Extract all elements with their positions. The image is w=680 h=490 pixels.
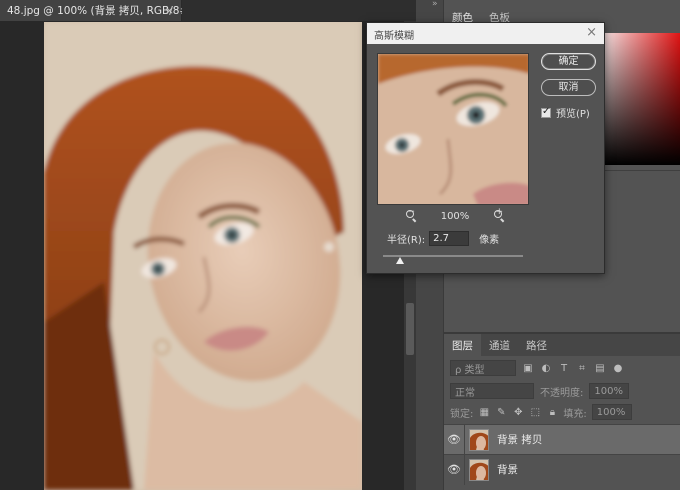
- lock-artboard-icon[interactable]: ⬚: [529, 406, 541, 418]
- portrait-image: [44, 22, 362, 490]
- opacity-value: 100%: [594, 385, 623, 397]
- layer-filter-select[interactable]: ρ 类型: [450, 360, 516, 376]
- radius-input[interactable]: [429, 231, 470, 246]
- filter-type-icon[interactable]: T: [558, 362, 570, 374]
- filter-pixel-icon[interactable]: ▣: [522, 362, 534, 374]
- radius-row: 半径(R): 像素: [387, 231, 499, 246]
- radius-label: 半径(R):: [387, 235, 426, 246]
- lock-label: 锁定:: [450, 408, 474, 420]
- radius-slider-track[interactable]: [383, 255, 523, 257]
- layer-filter-row: ρ 类型 ▣ ◐ T ⌗ ▤ ●: [444, 356, 680, 380]
- lock-row: 锁定: ▦ ✎ ✥ ⬚ 🔒︎ 填充: 100%: [444, 402, 680, 422]
- radius-unit: 像素: [479, 235, 500, 246]
- preview-image: [378, 54, 528, 204]
- lock-transparent-icon[interactable]: ▦: [478, 406, 490, 418]
- layer-name: 背景 拷贝: [497, 434, 543, 446]
- zoom-in-icon[interactable]: +: [493, 207, 505, 223]
- eye-icon[interactable]: 👁︎: [444, 463, 464, 476]
- layers-panel-tabs: 图层 通道 路径: [444, 334, 680, 356]
- preview-checkbox-row[interactable]: 预览(P): [541, 105, 590, 120]
- tab-paths[interactable]: 路径: [518, 334, 555, 356]
- close-icon[interactable]: ×: [165, 4, 174, 17]
- lock-position-icon[interactable]: ✥: [512, 406, 524, 418]
- eye-icon[interactable]: 👁︎: [444, 433, 464, 446]
- layer-name: 背景: [497, 464, 518, 476]
- blur-preview[interactable]: [377, 53, 529, 205]
- zoom-out-icon[interactable]: −: [405, 207, 417, 223]
- dialog-titlebar[interactable]: 高斯模糊 ×: [367, 23, 604, 44]
- radius-slider-thumb[interactable]: [395, 257, 404, 264]
- layer-divider: [464, 454, 465, 485]
- layer-divider: [464, 424, 465, 455]
- zoom-percent: 100%: [440, 210, 470, 222]
- gaussian-blur-dialog: 高斯模糊 × 确定 取消 预览(P): [366, 22, 605, 274]
- tab-channels[interactable]: 通道: [481, 334, 518, 356]
- filter-smart-object-icon[interactable]: ▤: [594, 362, 606, 374]
- layer-filter-label: ρ 类型: [455, 364, 485, 376]
- lock-all-icon[interactable]: 🔒︎: [546, 406, 558, 418]
- close-icon[interactable]: ×: [586, 25, 597, 40]
- filter-toggle-icon[interactable]: ●: [612, 362, 624, 374]
- filter-shape-icon[interactable]: ⌗: [576, 362, 588, 374]
- layer-row-background[interactable]: 👁︎ 背景: [444, 454, 680, 485]
- dialog-title: 高斯模糊: [374, 31, 414, 42]
- layer-thumbnail: [469, 428, 489, 451]
- canvas-area[interactable]: [0, 21, 404, 490]
- preview-checkbox-label: 预览(P): [556, 109, 590, 120]
- zoom-row: − 100% +: [405, 207, 505, 223]
- blend-row: 正常 不透明度: 100%: [444, 380, 680, 402]
- expand-panels-icon[interactable]: »: [432, 0, 438, 9]
- blend-mode-select[interactable]: 正常: [450, 383, 534, 399]
- fill-value: 100%: [596, 406, 626, 418]
- tab-bar-background: [182, 0, 416, 21]
- cancel-button[interactable]: 取消: [541, 79, 596, 96]
- ok-button[interactable]: 确定: [541, 53, 596, 70]
- lock-image-icon[interactable]: ✎: [495, 406, 507, 418]
- layer-row-background-copy[interactable]: 👁︎ 背景 拷贝: [444, 424, 680, 455]
- color-picker-field[interactable]: [602, 33, 680, 165]
- fill-field[interactable]: 100%: [591, 404, 632, 420]
- scrollbar-thumb[interactable]: [406, 303, 414, 355]
- blend-mode-value: 正常: [455, 387, 475, 399]
- document-tab[interactable]: 48.jpg @ 100% (背景 拷贝, RGB/8#) * ×: [0, 0, 201, 21]
- layers-panel: 图层 通道 路径 ρ 类型 ▣ ◐ T ⌗ ▤ ● 正常 不透明度: 100% …: [444, 332, 680, 490]
- checkbox-icon[interactable]: [541, 106, 551, 118]
- opacity-field[interactable]: 100%: [589, 383, 630, 399]
- filter-adjustment-icon[interactable]: ◐: [540, 362, 552, 374]
- tab-layers[interactable]: 图层: [444, 334, 481, 356]
- opacity-label: 不透明度:: [540, 387, 584, 399]
- fill-label: 填充:: [563, 408, 587, 420]
- photo-canvas[interactable]: [44, 22, 362, 490]
- layer-thumbnail: [469, 458, 489, 481]
